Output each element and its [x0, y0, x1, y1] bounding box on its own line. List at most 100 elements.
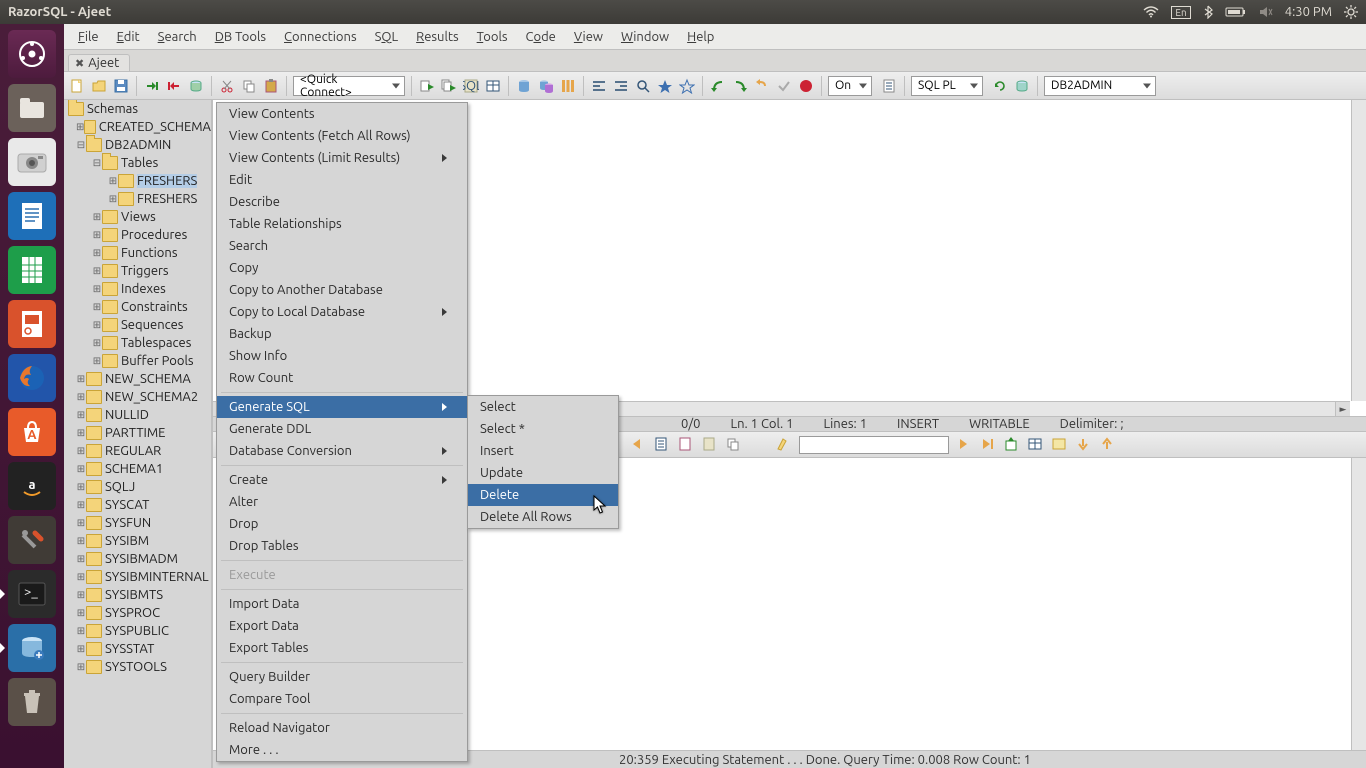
menu-item[interactable]: Reload Navigator	[217, 717, 467, 739]
menu-item[interactable]: Row Count	[217, 367, 467, 389]
wifi-icon[interactable]	[1143, 6, 1159, 18]
menu-item[interactable]: Describe	[217, 191, 467, 213]
menu-item[interactable]: Backup	[217, 323, 467, 345]
lang-indicator[interactable]: En	[1171, 6, 1190, 19]
res-export-icon[interactable]	[1003, 436, 1021, 454]
autocommit-combo[interactable]: On	[828, 76, 872, 96]
paste-icon[interactable]	[262, 77, 280, 95]
clock[interactable]: 4:30 PM	[1285, 5, 1332, 19]
quick-connect-combo[interactable]: <Quick Connect>	[293, 76, 405, 96]
db-blue-icon[interactable]	[515, 77, 533, 95]
new-file-icon[interactable]	[68, 77, 86, 95]
tree-node[interactable]: ⊞Sequences	[64, 316, 211, 334]
menu-dbtools[interactable]: DB Tools	[207, 28, 274, 46]
arrow-right-green-icon[interactable]	[731, 77, 749, 95]
menu-item[interactable]: More . . .	[217, 739, 467, 761]
tree-node[interactable]: ⊞Constraints	[64, 298, 211, 316]
tree-node[interactable]: ⊞SYSSTAT	[64, 640, 211, 658]
menu-item[interactable]: Copy to Another Database	[217, 279, 467, 301]
menu-item[interactable]: Query Builder	[217, 666, 467, 688]
menu-item[interactable]: Select	[468, 396, 618, 418]
menu-item[interactable]: Alter	[217, 491, 467, 513]
db-small-icon[interactable]	[1013, 77, 1031, 95]
launcher-amazon[interactable]: a	[8, 462, 56, 510]
launcher-terminal[interactable]: >_	[8, 570, 56, 618]
tree-node[interactable]: ⊞SYSIBM	[64, 532, 211, 550]
res-filter-icon[interactable]	[1051, 436, 1069, 454]
launcher-razorsql[interactable]	[8, 624, 56, 672]
res-grid-icon[interactable]	[1027, 436, 1045, 454]
tree-node[interactable]: ⊞PARTTIME	[64, 424, 211, 442]
gear-icon[interactable]	[1344, 5, 1358, 19]
tree-node[interactable]: ⊞SYSTOOLS	[64, 658, 211, 676]
schema-combo[interactable]: DB2ADMIN	[1044, 76, 1156, 96]
res-doc3-icon[interactable]	[701, 436, 719, 454]
disconnect-icon[interactable]	[165, 77, 183, 95]
tree-node[interactable]: ⊞SYSIBMTS	[64, 586, 211, 604]
menu-item[interactable]: Export Data	[217, 615, 467, 637]
res-doc1-icon[interactable]	[653, 436, 671, 454]
launcher-settings[interactable]	[8, 516, 56, 564]
launcher-dash[interactable]	[8, 30, 56, 78]
generate-sql-submenu[interactable]: SelectSelect *InsertUpdateDeleteDelete A…	[467, 395, 619, 529]
doc-icon[interactable]	[880, 77, 898, 95]
res-prev-icon[interactable]	[629, 436, 647, 454]
menu-item[interactable]: Database Conversion	[217, 440, 467, 462]
tree-node[interactable]: ⊞SYSFUN	[64, 514, 211, 532]
arrow-left-green-icon[interactable]	[709, 77, 727, 95]
tree-node[interactable]: ⊞NEW_SCHEMA	[64, 370, 211, 388]
launcher-trash[interactable]	[8, 678, 56, 726]
results-search-input[interactable]	[799, 436, 949, 454]
bluetooth-icon[interactable]	[1203, 5, 1213, 19]
menu-item[interactable]: Show Info	[217, 345, 467, 367]
stop-icon[interactable]	[797, 77, 815, 95]
launcher-firefox[interactable]	[8, 354, 56, 402]
tree-node[interactable]: ⊞NEW_SCHEMA2	[64, 388, 211, 406]
tree-node[interactable]: ⊞SYSIBMINTERNAL	[64, 568, 211, 586]
tree-node[interactable]: ⊞SQLJ	[64, 478, 211, 496]
tree-node[interactable]: ⊞Indexes	[64, 280, 211, 298]
launcher-impress[interactable]	[8, 300, 56, 348]
check-icon[interactable]	[775, 77, 793, 95]
editor-vscrollbar[interactable]	[1351, 100, 1366, 401]
menu-sql[interactable]: SQL	[367, 28, 407, 46]
menu-results[interactable]: Results	[408, 28, 466, 46]
menu-item[interactable]: View Contents (Limit Results)	[217, 147, 467, 169]
refresh-icon[interactable]	[991, 77, 1009, 95]
tree-node[interactable]: ⊞SYSIBMADM	[64, 550, 211, 568]
menu-edit[interactable]: Edit	[109, 28, 148, 46]
menu-item[interactable]: Delete	[468, 484, 618, 506]
sql-editor-icon[interactable]: SQL	[462, 77, 480, 95]
menu-item[interactable]: Copy	[217, 257, 467, 279]
menu-item[interactable]: Edit	[217, 169, 467, 191]
menu-item[interactable]: View Contents (Fetch All Rows)	[217, 125, 467, 147]
menu-item[interactable]: Delete All Rows	[468, 506, 618, 528]
schema-tree[interactable]: Schemas⊞CREATED_SCHEMA⊟DB2ADMIN⊟Tables⊞F…	[64, 100, 211, 676]
res-up-icon[interactable]	[1099, 436, 1117, 454]
menu-item[interactable]: Table Relationships	[217, 213, 467, 235]
launcher-files[interactable]	[8, 84, 56, 132]
tree-node[interactable]: ⊞Functions	[64, 244, 211, 262]
execute-sql-icon[interactable]	[418, 77, 436, 95]
save-icon[interactable]	[112, 77, 130, 95]
tree-node[interactable]: ⊞NULLID	[64, 406, 211, 424]
star-icon[interactable]	[656, 77, 674, 95]
star-outline-icon[interactable]	[678, 77, 696, 95]
tree-node[interactable]: ⊞Triggers	[64, 262, 211, 280]
menu-item[interactable]: Insert	[468, 440, 618, 462]
execute-all-icon[interactable]	[440, 77, 458, 95]
table-icon[interactable]	[484, 77, 502, 95]
launcher-software[interactable]: A	[8, 408, 56, 456]
connection-tab[interactable]: ✖ Ajeet	[68, 54, 130, 71]
battery-icon[interactable]	[1225, 6, 1247, 18]
tree-node[interactable]: ⊞SYSCAT	[64, 496, 211, 514]
res-last-icon[interactable]	[979, 436, 997, 454]
menu-window[interactable]: Window	[613, 28, 677, 46]
cut-icon[interactable]	[218, 77, 236, 95]
volume-icon[interactable]	[1259, 6, 1273, 18]
close-icon[interactable]: ✖	[75, 57, 84, 70]
menu-help[interactable]: Help	[679, 28, 722, 46]
menu-connections[interactable]: Connections	[276, 28, 365, 46]
tree-node[interactable]: ⊞FRESHERS	[64, 190, 211, 208]
res-down-icon[interactable]	[1075, 436, 1093, 454]
